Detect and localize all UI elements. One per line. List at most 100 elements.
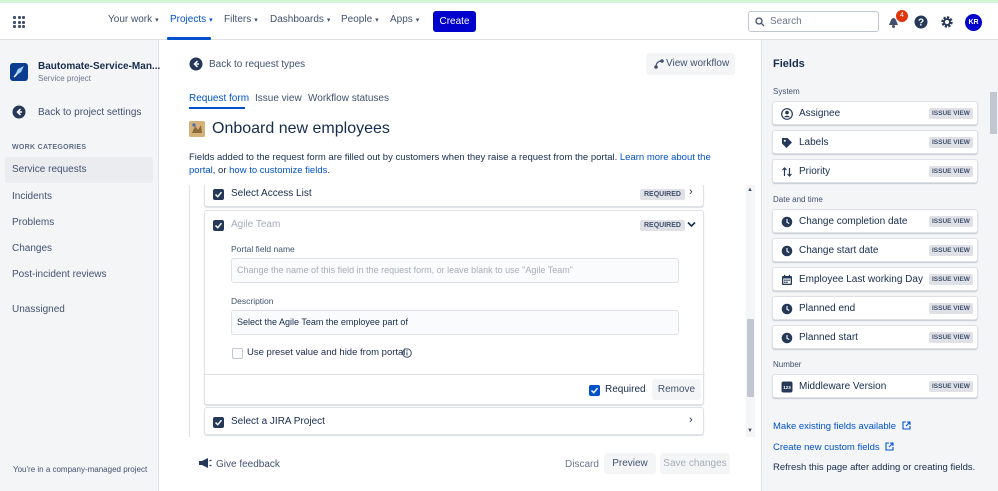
sidebar-item-changes[interactable]: Changes [5, 236, 153, 262]
field-item-label: Planned start [799, 332, 858, 343]
nav-apps[interactable]: Apps ▾ [390, 14, 419, 25]
field-item-middleware-version[interactable]: 123 Middleware Version ISSUE VIEW [772, 374, 978, 398]
remove-field-button[interactable]: Remove [652, 379, 701, 400]
settings-gear-icon[interactable] [940, 15, 954, 29]
main-content: Back to request types View workflow Requ… [160, 40, 760, 491]
tab-request-form[interactable]: Request form [189, 93, 249, 104]
view-workflow-button[interactable]: View workflow [646, 53, 735, 75]
create-button[interactable]: Create [433, 11, 476, 32]
preset-value-checkbox[interactable] [232, 348, 243, 359]
preview-button[interactable]: Preview [604, 453, 656, 474]
nav-people[interactable]: People ▾ [341, 14, 379, 25]
user-avatar[interactable]: KR [965, 14, 982, 31]
sidebar-item-service-requests[interactable]: Service requests [5, 157, 153, 183]
chevron-down-icon: ▾ [254, 17, 258, 24]
tab-active-indicator [189, 107, 245, 109]
scroll-down-arrow-icon[interactable]: ▼ [747, 428, 753, 434]
required-badge: REQUIRED [640, 189, 685, 200]
field-visible-checkbox[interactable] [213, 417, 224, 428]
save-changes-button[interactable]: Save changes [660, 453, 730, 474]
clock-icon [781, 303, 793, 315]
link-label: Create new custom fields [773, 442, 880, 453]
nav-your-work[interactable]: Your work ▾ [108, 14, 159, 25]
app-switcher-icon[interactable] [13, 16, 25, 28]
chevron-down-icon: ▾ [415, 17, 420, 24]
field-visible-checkbox[interactable] [213, 189, 224, 200]
nav-projects[interactable]: Projects ▾ [170, 14, 213, 25]
info-icon[interactable] [402, 348, 412, 358]
field-item-label: Middleware Version [799, 381, 887, 392]
field-item-assignee[interactable]: Assignee ISSUE VIEW [772, 101, 978, 125]
field-item-label: Change completion date [799, 216, 908, 227]
chevron-right-icon[interactable]: › [689, 414, 693, 426]
tab-workflow-statuses[interactable]: Workflow statuses [308, 93, 389, 104]
chevron-down-icon[interactable] [687, 221, 696, 228]
field-item-priority[interactable]: Priority ISSUE VIEW [772, 159, 978, 183]
back-to-request-types-link[interactable]: Back to request types [209, 59, 305, 70]
tab-issue-view[interactable]: Issue view [255, 93, 302, 104]
request-form-canvas: Select Access List REQUIRED › Agile Team… [189, 185, 746, 437]
form-field-card[interactable]: Select Access List REQUIRED › [204, 185, 704, 207]
back-arrow-icon[interactable] [189, 57, 203, 71]
nav-filters[interactable]: Filters ▾ [224, 14, 258, 25]
required-checkbox[interactable] [589, 385, 600, 396]
field-item-labels[interactable]: Labels ISSUE VIEW [772, 130, 978, 154]
svg-text:123: 123 [783, 385, 791, 390]
chevron-down-icon: ▾ [209, 17, 213, 24]
project-sidebar: Bautomate-Service-Man... Service project… [0, 40, 160, 491]
discard-button[interactable]: Discard [565, 459, 599, 470]
field-item-planned-start[interactable]: Planned start ISSUE VIEW [772, 325, 978, 349]
sidebar-item-incidents[interactable]: Incidents [5, 184, 153, 210]
search-placeholder: Search [770, 16, 802, 27]
desc-or: , or [212, 165, 227, 176]
back-arrow-icon[interactable] [12, 105, 26, 119]
project-avatar-icon [10, 63, 28, 81]
customize-fields-link[interactable]: how to customize fields [229, 165, 327, 176]
required-label: Required [605, 384, 646, 395]
field-label: Agile Team [231, 219, 281, 230]
issue-view-badge: ISSUE VIEW [929, 108, 973, 119]
fields-panel: Fields System Assignee ISSUE VIEW Labels… [761, 40, 998, 491]
sidebar-item-problems[interactable]: Problems [5, 210, 153, 236]
field-label: Select Access List [231, 188, 312, 199]
notification-badge: 4 [896, 10, 908, 22]
field-item-planned-end[interactable]: Planned end ISSUE VIEW [772, 296, 978, 320]
field-visible-checkbox[interactable] [213, 220, 224, 231]
form-scrollbar-thumb[interactable] [747, 319, 754, 397]
issue-view-badge: ISSUE VIEW [929, 303, 973, 314]
chevron-right-icon[interactable]: › [689, 186, 693, 198]
refresh-hint: Refresh this page after adding or creati… [773, 462, 976, 473]
page-title: Onboard new employees [212, 120, 390, 137]
help-icon[interactable]: ? [914, 15, 928, 29]
issue-view-badge: ISSUE VIEW [929, 332, 973, 343]
field-item-label: Planned end [799, 303, 856, 314]
clock-icon [781, 332, 793, 344]
create-new-custom-fields-link[interactable]: Create new custom fields [773, 442, 894, 453]
back-to-project-settings-link[interactable]: Back to project settings [38, 107, 141, 118]
make-existing-fields-available-link[interactable]: Make existing fields available [773, 421, 911, 432]
form-field-card[interactable]: Select a JIRA Project › [204, 407, 704, 435]
description-input[interactable]: Select the Agile Team the employee part … [231, 310, 679, 335]
chevron-down-icon: ▾ [375, 17, 379, 24]
give-feedback-button[interactable]: Give feedback [216, 459, 280, 470]
form-scrollbar[interactable] [746, 185, 755, 437]
project-name[interactable]: Bautomate-Service-Man... [38, 61, 160, 72]
search-input[interactable]: Search [748, 11, 879, 32]
fields-panel-scrollbar-thumb[interactable] [990, 92, 997, 134]
description-label: Description [231, 296, 274, 306]
work-categories-heading: WORK CATEGORIES [12, 144, 87, 151]
scroll-up-arrow-icon[interactable]: ▲ [747, 187, 753, 193]
portal-field-name-input[interactable]: Change the name of this field in the req… [231, 258, 679, 283]
field-item-label: Employee Last working Day [799, 274, 923, 285]
field-card-footer: Required Remove [205, 374, 705, 404]
sidebar-item-post-incident-reviews[interactable]: Post-incident reviews [5, 262, 153, 288]
nav-dashboards[interactable]: Dashboards ▾ [270, 14, 330, 25]
sidebar-item-unassigned[interactable]: Unassigned [5, 297, 153, 323]
external-link-icon [885, 442, 894, 451]
issue-view-badge: ISSUE VIEW [929, 216, 973, 227]
field-item-change-completion-date[interactable]: Change completion date ISSUE VIEW [772, 209, 978, 233]
external-link-icon [902, 421, 911, 430]
field-item-label: Assignee [799, 108, 841, 119]
field-item-employee-last-working-day[interactable]: Employee Last working Day ISSUE VIEW [772, 267, 978, 291]
field-item-change-start-date[interactable]: Change start date ISSUE VIEW [772, 238, 978, 262]
